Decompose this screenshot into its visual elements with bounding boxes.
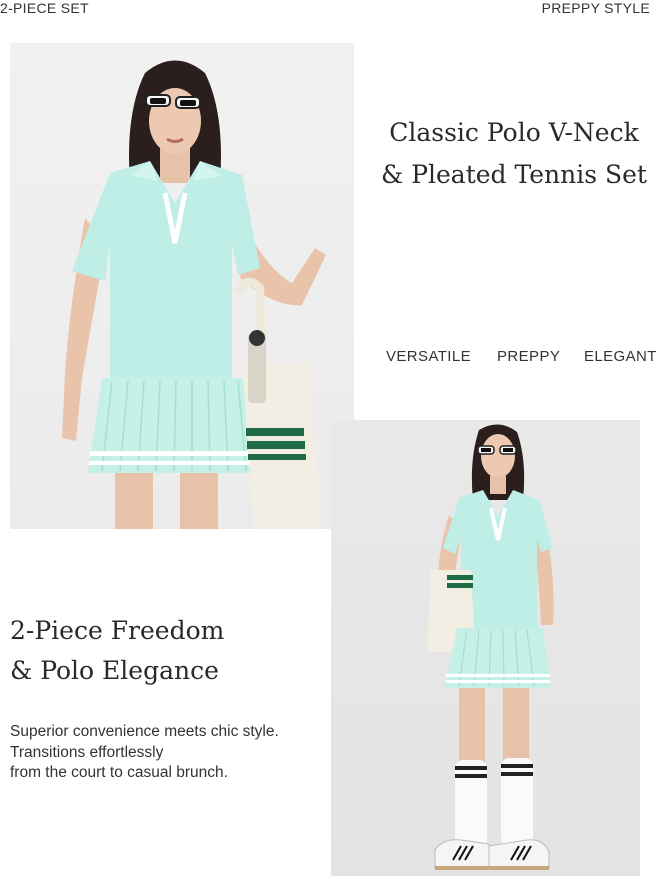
tag-preppy: PREPPY <box>497 348 561 365</box>
feature-title: 2-Piece Freedom & Polo Elegance <box>10 611 224 691</box>
product-title-line2: & Pleated Tennis Set <box>381 160 647 189</box>
tag-versatile: VERSATILE <box>386 348 472 365</box>
feature-description: Superior convenience meets chic style. T… <box>10 722 279 784</box>
product-title: Classic Polo V-Neck & Pleated Tennis Set <box>370 112 658 196</box>
model-photo-front <box>10 43 354 529</box>
feature-title-line1: 2-Piece Freedom <box>10 616 225 645</box>
model-illustration-full <box>427 424 554 870</box>
feature-description-line3: from the court to casual brunch. <box>10 764 228 781</box>
model-illustration-front <box>62 60 326 529</box>
tag-elegant: ELEGANT <box>584 348 657 365</box>
feature-description-line2: Transitions effortlessly <box>10 743 164 761</box>
model-photo-full <box>331 420 640 876</box>
product-title-line1: Classic Polo V-Neck <box>389 118 639 147</box>
style-label: PREPPY STYLE <box>541 0 650 16</box>
set-label: 2-PIECE SET <box>0 0 89 16</box>
feature-description-line1: Superior convenience meets chic style. <box>10 723 279 740</box>
feature-title-line2: & Polo Elegance <box>10 656 219 685</box>
